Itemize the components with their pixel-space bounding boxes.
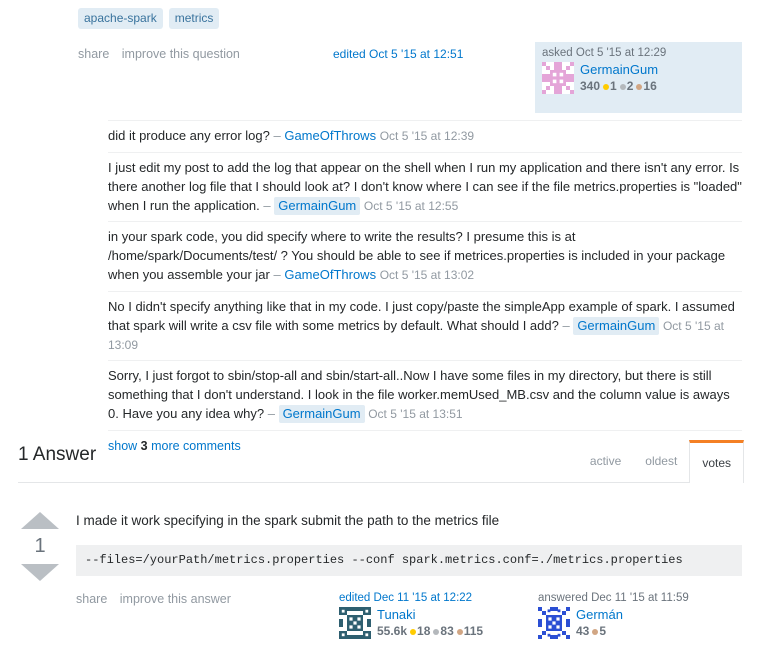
bronze-badge-count: 115 bbox=[463, 624, 484, 639]
answer-post-menu: share improve this answer bbox=[76, 592, 240, 606]
comment-time: Oct 5 '15 at 12:55 bbox=[363, 198, 459, 213]
comment-text: did it produce any error log? bbox=[108, 128, 274, 143]
silver-badge-count: 83 bbox=[440, 624, 454, 639]
question-asked-username[interactable]: GermainGum bbox=[580, 62, 658, 78]
silver-badge-icon bbox=[433, 628, 440, 635]
answer-answered-label: answered bbox=[538, 592, 592, 604]
share-answer-link[interactable]: share bbox=[76, 592, 107, 606]
question-asked-user-card: asked Oct 5 '15 at 12:29 GermainGum 340 … bbox=[535, 42, 742, 113]
avatar-germaingum[interactable] bbox=[542, 62, 574, 94]
comment-author[interactable]: GameOfThrows bbox=[284, 267, 376, 282]
tab-oldest[interactable]: oldest bbox=[633, 440, 689, 482]
comment-item: No I didn't specify anything like that i… bbox=[108, 290, 742, 361]
question-asked-reputation-line: 340 1 2 16 bbox=[580, 79, 657, 93]
gold-badge-count: 1 bbox=[610, 79, 617, 94]
comment-author[interactable]: GermainGum bbox=[274, 196, 361, 215]
comment-item: Sorry, I just forgot to sbin/stop-all an… bbox=[108, 360, 742, 430]
answer-body: I made it work specifying in the spark s… bbox=[76, 512, 742, 577]
tag-metrics[interactable]: metrics bbox=[168, 8, 220, 29]
gold-badge-icon bbox=[410, 628, 417, 635]
answer-code-block: --files=/yourPath/metrics.properties --c… bbox=[76, 544, 742, 577]
comment-author[interactable]: GermainGum bbox=[278, 405, 365, 424]
comment-item: I just edit my post to add the log that … bbox=[108, 151, 742, 222]
answer-edited-user-card: edited Dec 11 '15 at 12:22 Tunaki 55.6k … bbox=[339, 592, 483, 640]
comment-author[interactable]: GameOfThrows bbox=[284, 128, 376, 143]
comment-time: Oct 5 '15 at 13:02 bbox=[379, 268, 475, 283]
bronze-badge-icon bbox=[636, 83, 643, 90]
reputation-value: 43 bbox=[576, 624, 590, 639]
answer-edited-timestamp[interactable]: Dec 11 '15 at 12:22 bbox=[374, 592, 473, 604]
comment-dash: – bbox=[273, 128, 285, 143]
gold-badge-count: 18 bbox=[417, 624, 431, 639]
improve-answer-link[interactable]: improve this answer bbox=[120, 592, 231, 606]
question-edited-link[interactable]: edited Oct 5 '15 at 12:51 bbox=[333, 47, 463, 61]
reputation-value: 340 bbox=[580, 79, 601, 94]
question-tags: apache-spark metrics bbox=[78, 8, 220, 29]
comment-dash: – bbox=[273, 267, 285, 283]
avatar-german[interactable] bbox=[538, 607, 570, 639]
share-question-link[interactable]: share bbox=[78, 47, 109, 61]
answer-paragraph: I made it work specifying in the spark s… bbox=[76, 513, 500, 528]
answer-answered-timestamp: Dec 11 '15 at 11:59 bbox=[591, 592, 689, 604]
answer-vote-cell: 1 bbox=[18, 512, 62, 581]
comment-item: did it produce any error log? – GameOfTh… bbox=[108, 120, 742, 152]
downvote-arrow-icon[interactable] bbox=[21, 564, 59, 581]
answer-author-reputation-line: 43 5 bbox=[576, 624, 606, 638]
comment-time: Oct 5 '15 at 13:51 bbox=[368, 407, 463, 422]
bronze-badge-count: 5 bbox=[599, 624, 607, 639]
tab-votes[interactable]: votes bbox=[689, 440, 744, 483]
tab-active[interactable]: active bbox=[578, 440, 633, 482]
answer-answered-user-card: answered Dec 11 '15 at 11:59 Germán 43 5 bbox=[538, 592, 689, 640]
answer-edited-label[interactable]: edited bbox=[339, 592, 374, 604]
answer-author-username[interactable]: Germán bbox=[576, 607, 623, 623]
comment-dash: – bbox=[263, 197, 275, 213]
reputation-value: 55.6k bbox=[377, 624, 408, 639]
answer-vote-count: 1 bbox=[34, 535, 46, 557]
answer-edited-time: edited Dec 11 '15 at 12:22 bbox=[339, 592, 483, 604]
answer-editor-reputation-line: 55.6k 18 83 115 bbox=[377, 624, 483, 638]
comment-author[interactable]: GermainGum bbox=[573, 316, 660, 335]
silver-badge-count: 2 bbox=[626, 79, 634, 94]
answer-count-title: 1 Answer bbox=[18, 444, 97, 465]
comment-time: Oct 5 '15 at 12:39 bbox=[379, 129, 475, 143]
answer-sort-tabs: active oldest votes bbox=[578, 440, 744, 483]
tag-apache-spark[interactable]: apache-spark bbox=[78, 8, 163, 29]
comment-item: in your spark code, you did specify wher… bbox=[108, 221, 742, 291]
silver-badge-icon bbox=[619, 83, 626, 90]
question-post-menu: share improve this question bbox=[78, 47, 249, 61]
avatar-tunaki[interactable] bbox=[339, 607, 371, 639]
question-comments-list: did it produce any error log? – GameOfTh… bbox=[108, 120, 742, 453]
comment-dash: – bbox=[562, 317, 574, 333]
bronze-badge-icon bbox=[456, 628, 463, 635]
answers-header: 1 Answer active oldest votes bbox=[18, 440, 744, 483]
improve-question-link[interactable]: improve this question bbox=[122, 47, 240, 61]
bronze-badge-icon bbox=[592, 628, 599, 635]
bronze-badge-count: 16 bbox=[643, 79, 657, 94]
answer-answered-time: answered Dec 11 '15 at 11:59 bbox=[538, 592, 689, 604]
gold-badge-icon bbox=[603, 83, 610, 90]
upvote-arrow-icon[interactable] bbox=[21, 512, 59, 529]
answer-editor-username[interactable]: Tunaki bbox=[377, 607, 483, 623]
comment-dash: – bbox=[267, 406, 279, 422]
question-asked-time: asked Oct 5 '15 at 12:29 bbox=[542, 47, 667, 59]
